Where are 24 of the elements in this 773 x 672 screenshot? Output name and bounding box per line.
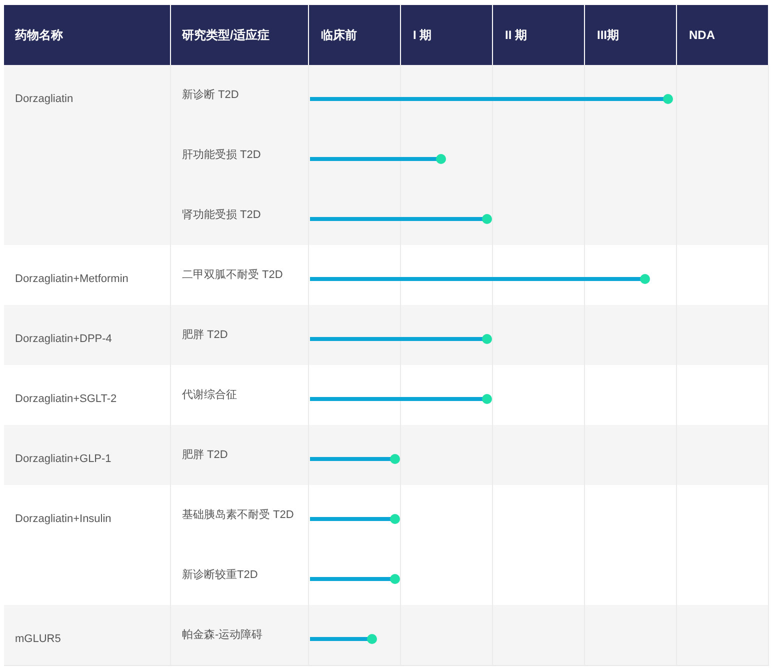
indication: 代谢综合征 [182, 388, 237, 403]
drug-name: Dorzagliatin+DPP-4 [15, 333, 112, 345]
indication: 肾功能受损 T2D [182, 208, 261, 223]
indication: 新诊断 T2D [182, 88, 239, 103]
column-header: III期 [585, 5, 677, 65]
column-header: I 期 [401, 5, 493, 65]
column-header: 药物名称 [4, 5, 171, 65]
indication: 二甲双胍不耐受 T2D [182, 268, 283, 283]
indication: 帕金森-运动障碍 [182, 628, 263, 643]
indication: 肥胖 T2D [182, 328, 228, 343]
indication: 新诊断较重T2D [182, 568, 258, 583]
column-header: NDA [677, 5, 769, 65]
indication: 肝功能受损 T2D [182, 148, 261, 163]
drug-name: Dorzagliatin+GLP-1 [15, 453, 112, 465]
column-header: II 期 [493, 5, 585, 65]
drug-name: mGLUR5 [15, 633, 61, 645]
column-header: 研究类型/适应症 [171, 5, 309, 65]
indication: 肥胖 T2D [182, 448, 228, 463]
drug-name: Dorzagliatin+SGLT-2 [15, 393, 117, 405]
drug-name: Dorzagliatin [15, 93, 74, 105]
indication: 基础胰岛素不耐受 T2D [182, 508, 294, 523]
drug-name: Dorzagliatin+Metformin [15, 273, 128, 285]
drug-name: Dorzagliatin+Insulin [15, 513, 112, 525]
column-header: 临床前 [309, 5, 401, 65]
